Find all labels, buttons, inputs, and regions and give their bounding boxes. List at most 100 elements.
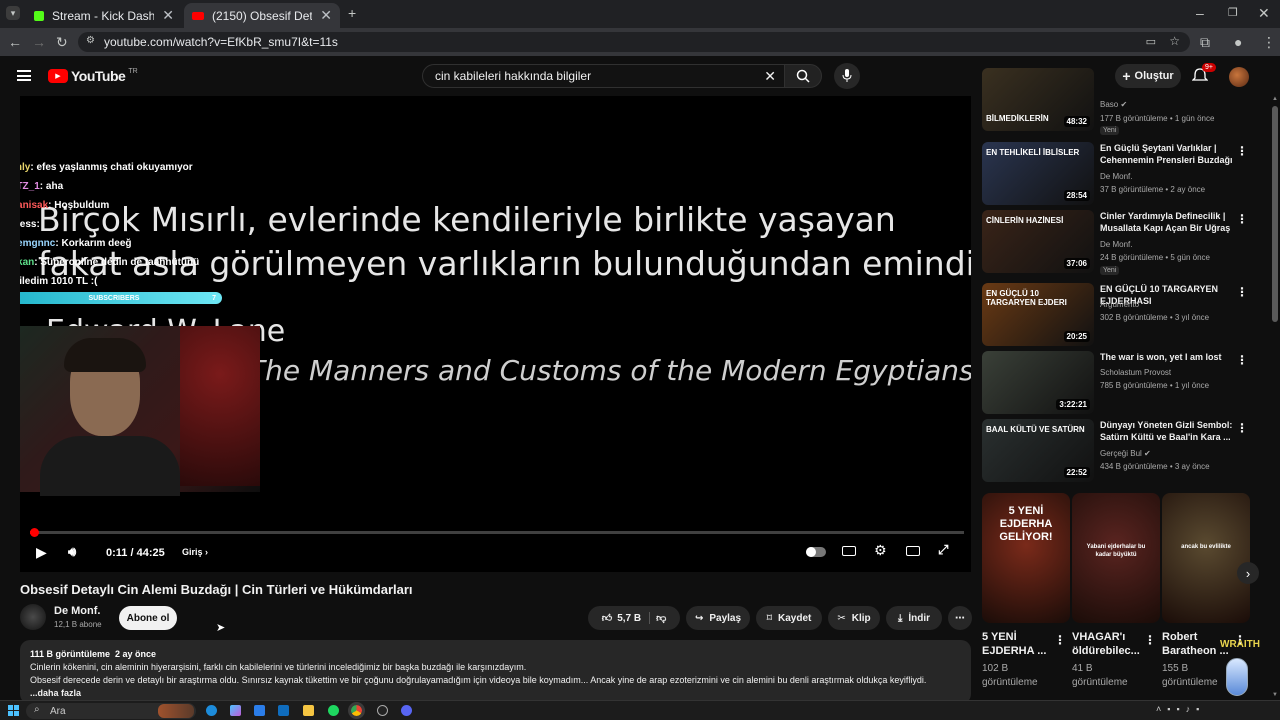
bookmark-star-icon[interactable]: ☆ [1169,34,1180,48]
close-tab-icon[interactable]: ✕ [162,7,174,24]
video-thumbnail[interactable]: BİLMEDİKLERİN 48:32 [982,68,1094,131]
subscribe-button[interactable]: Abone ol [119,606,177,630]
more-options-icon[interactable]: ⋮ [1236,212,1248,226]
video-thumbnail[interactable]: 3:22:21 [982,351,1094,414]
progress-scrubber[interactable] [30,528,39,537]
site-info-icon[interactable]: ⚙ [86,35,95,46]
scrollbar-thumb[interactable] [1272,106,1278,322]
store-icon[interactable] [254,705,265,716]
recommended-channel[interactable]: Baso ✔ [1100,100,1127,109]
avatar[interactable] [1229,67,1249,87]
more-options-icon[interactable]: ⋮ [1236,285,1248,299]
tray-icons[interactable]: ˄▪▪♪▪ [1156,704,1205,714]
search-button[interactable] [784,64,822,88]
scrollbar-down-arrow[interactable]: ▼ [1272,692,1278,698]
obs-icon[interactable] [377,705,388,716]
video-thumbnail[interactable]: EN GÜÇLÜ 10 TARGARYEN EJDERI 20:25 [982,283,1094,346]
close-window-icon[interactable]: ✕ [1258,6,1270,20]
minimize-icon[interactable]: – [1196,6,1204,20]
recommended-channel[interactable]: De Monf. [1100,172,1132,181]
hamburger-menu-icon[interactable] [17,70,31,81]
scrollbar-up-arrow[interactable]: ▲ [1272,96,1278,102]
voice-search-button[interactable] [834,63,860,89]
short-thumbnail[interactable]: ancak bu evlilikte [1162,493,1250,623]
video-thumbnail[interactable]: EN TEHLİKELİ İBLİSLER 28:54 [982,142,1094,205]
video-player[interactable]: Birçok Mısırlı, evlerinde kendileriyle b… [20,96,971,572]
bookmark-icon: ⌑ [766,612,773,624]
forward-icon[interactable]: → [32,35,46,49]
short-title[interactable]: 5 YENİ EJDERHA ... [982,630,1060,658]
cast-icon[interactable]: ▭ [1146,35,1156,48]
show-more-link[interactable]: ...daha fazla [30,687,961,700]
address-bar[interactable]: ⚙ youtube.com/watch?v=EfKbR_smu7I&t=11s … [78,32,1190,52]
more-options-icon[interactable]: ⋮ [1236,353,1248,367]
extensions-icon[interactable]: ⧉ [1200,35,1210,49]
recommended-channel[interactable]: De Monf. [1100,240,1132,249]
short-more-icon[interactable]: ⋮ [1144,633,1156,647]
chrome-icon[interactable] [348,702,365,719]
recommended-video[interactable]: BAAL KÜLTÜ VE SATÜRN 22:52 Dünyayı Yöneten… [982,419,1262,485]
more-actions-button[interactable]: ⋯ [948,606,972,630]
recommended-video[interactable]: EN GÜÇLÜ 10 TARGARYEN EJDERI 20:25 EN GÜÇL… [982,283,1262,349]
recommended-channel[interactable]: Gerçeği Bul ✔ [1100,449,1151,458]
profile-icon[interactable]: ● [1234,35,1242,49]
recommended-views: 785 B görüntüleme • 1 yıl önce [1100,381,1210,390]
recommended-video[interactable]: 3:22:21 The war is won, yet I am lost Scho… [982,351,1262,417]
clip-button[interactable]: ✂ Klip [828,606,880,630]
taskbar-search[interactable]: ⌕ Ara [26,703,196,719]
miniplayer-icon[interactable] [906,546,920,556]
recommended-channel[interactable]: Argumento [1100,300,1139,309]
create-button[interactable]: + Oluştur [1115,64,1181,88]
discord-icon[interactable] [401,705,412,716]
notifications-button[interactable]: 9+ [1191,63,1216,85]
reload-icon[interactable]: ↻ [56,35,68,49]
subtitles-icon[interactable] [842,546,856,556]
shorts-next-button[interactable]: › [1237,562,1259,584]
spotify-icon[interactable] [328,705,339,716]
autoplay-toggle[interactable] [806,547,826,557]
youtube-logo[interactable]: ▶ YouTube TR [48,68,138,84]
close-tab-icon[interactable]: ✕ [320,7,332,24]
play-button[interactable]: ▶ [36,544,47,561]
short-title[interactable]: VHAGAR'ı öldürebilec... [1072,630,1150,658]
chrome-menu-icon[interactable]: ⋮ [1262,35,1276,49]
channel-avatar[interactable] [20,604,46,630]
clear-search-icon[interactable]: ✕ [764,68,776,85]
more-options-icon[interactable]: ⋮ [1236,421,1248,435]
video-thumbnail[interactable]: CİNLERİN HAZİNESİ 37:06 [982,210,1094,273]
fullscreen-icon[interactable]: ⤢ [938,542,948,558]
chapter-button[interactable]: Giriş › [182,547,208,557]
file-explorer-icon[interactable] [303,705,314,716]
new-tab-icon[interactable]: + [348,6,356,20]
volume-icon[interactable]: 🔊︎ [68,544,76,560]
description-box[interactable]: 111 B görüntüleme 2 ay önce Cinlerin kök… [20,640,971,704]
short-more-icon[interactable]: ⋮ [1054,633,1066,647]
share-button[interactable]: ↪ Paylaş [686,606,750,630]
tab-list-icon[interactable]: ▾ [6,6,20,20]
windows-start-icon[interactable] [8,705,19,716]
short-thumbnail[interactable]: Yabani ejderhalar bu kadar büyüktü [1072,493,1160,623]
video-thumbnail[interactable]: BAAL KÜLTÜ VE SATÜRN 22:52 [982,419,1094,482]
progress-bar[interactable] [30,528,964,537]
recommended-video[interactable]: EN TEHLİKELİ İBLİSLER 28:54 En Güçlü Şeyta… [982,142,1262,208]
restore-icon[interactable]: ❐ [1228,6,1238,20]
back-icon[interactable]: ← [8,35,22,49]
thumbs-down-icon[interactable]: 👎︎ [656,612,666,624]
recommended-channel[interactable]: Scholastum Provost [1100,368,1171,377]
tab-kick-dashboard[interactable]: Stream - Kick Dashboard ✕ [26,3,182,28]
copilot-icon[interactable] [230,705,241,716]
download-button[interactable]: ⤓ İndir [886,606,942,630]
outlook-icon[interactable] [278,705,289,716]
save-button[interactable]: ⌑ Kaydet [756,606,822,630]
page-scrollbar[interactable]: ▲ ▼ [1272,96,1278,700]
recommended-video[interactable]: CİNLERİN HAZİNESİ 37:06 Cinler Yardımıyla … [982,210,1262,276]
more-options-icon[interactable]: ⋮ [1236,144,1248,158]
tab-youtube-video[interactable]: (2150) Obsesif Detaylı Cin Alem ✕ [184,3,340,28]
short-thumbnail[interactable]: 5 YENİ EJDERHA GELİYOR! [982,493,1070,623]
settings-gear-icon[interactable]: ⚙ [874,542,887,559]
channel-name[interactable]: De Monf. [54,605,100,617]
goal-target: 7 [212,294,216,302]
edge-icon[interactable] [206,705,217,716]
like-button[interactable]: 👍︎ 5,7 B [602,612,651,624]
search-input[interactable]: cin kabileleri hakkında bilgiler ✕ [422,64,784,88]
